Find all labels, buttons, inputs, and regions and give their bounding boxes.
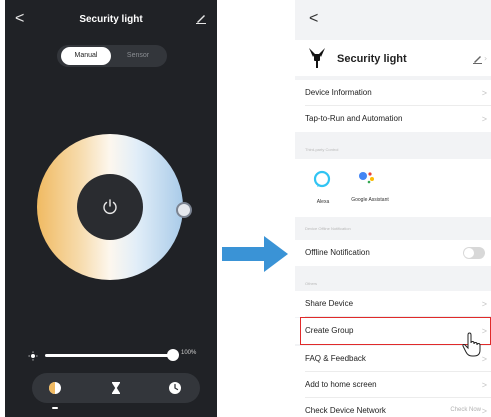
chevron-right-icon: > (481, 406, 487, 416)
alexa-icon[interactable] (313, 170, 331, 188)
clock-icon[interactable] (167, 380, 183, 396)
security-light-device-icon (309, 48, 325, 68)
row-label: Device Information (305, 88, 372, 97)
pencil-icon[interactable] (195, 12, 207, 24)
pencil-icon[interactable]: › (473, 52, 489, 64)
chevron-right-icon: > (481, 380, 487, 390)
manual-mode-tab[interactable]: Manual (61, 47, 111, 65)
screen-title: Security light (79, 14, 143, 25)
offline-notification-toggle[interactable] (463, 247, 485, 259)
row-share-device[interactable]: Share Device > (295, 291, 491, 317)
device-name: Security light (337, 53, 407, 65)
pointer-hand-icon (462, 332, 481, 357)
row-offline-notification: Offline Notification (295, 240, 491, 266)
chevron-right-icon: > (481, 299, 487, 309)
brightness-slider-thumb[interactable] (167, 349, 179, 361)
row-add-to-home-screen[interactable]: Add to home screen > (295, 372, 491, 398)
row-label: Share Device (305, 299, 354, 308)
light-control-screen: < Security light Manual Sensor 100% (5, 0, 217, 417)
chevron-right-icon: > (481, 114, 487, 124)
row-device-information[interactable]: Device Information > (295, 80, 491, 106)
row-label: Offline Notification (305, 248, 370, 257)
bottom-toolbar (32, 373, 200, 403)
row-tap-to-run[interactable]: Tap-to-Run and Automation > (295, 106, 491, 132)
brightness-value: 100% (181, 350, 197, 356)
device-settings-screen: < Security light › Device Information > … (295, 0, 491, 417)
svg-text:›: › (484, 54, 487, 63)
chevron-right-icon: > (481, 88, 487, 98)
color-circle-icon[interactable] (47, 380, 63, 396)
row-label: FAQ & Feedback (305, 354, 366, 363)
top-bar: < Security light (5, 0, 217, 38)
third-party-control-panel: Alexa Google Assistant (295, 159, 491, 217)
check-now-link[interactable]: Check Now (450, 407, 481, 413)
sun-icon (28, 351, 38, 361)
back-button[interactable]: < (309, 10, 318, 28)
device-header: Security light › (295, 40, 491, 76)
mode-selector: Manual Sensor (57, 45, 167, 67)
hourglass-icon[interactable] (108, 380, 124, 396)
alexa-label: Alexa (316, 199, 330, 205)
google-assistant-label: Google Assistant (351, 197, 389, 203)
arrow-right-icon (222, 236, 288, 272)
toggle-knob (464, 248, 474, 258)
power-icon (103, 199, 117, 214)
section-third-party: Third-party Control (305, 147, 339, 152)
section-others: Others (305, 281, 318, 286)
row-label: Add to home screen (305, 380, 377, 389)
row-label: Check Device Network (305, 406, 386, 415)
google-assistant-icon[interactable] (357, 169, 379, 187)
brightness-slider[interactable] (45, 349, 179, 361)
row-label: Tap-to-Run and Automation (305, 114, 403, 123)
sensor-mode-tab[interactable]: Sensor (113, 47, 163, 65)
wheel-handle[interactable] (176, 202, 192, 218)
row-check-device-network[interactable]: Check Device Network Check Now > (295, 398, 491, 417)
section-offline-notification: Device Offline Notification (305, 226, 351, 231)
active-tab-indicator (52, 407, 58, 409)
color-temperature-wheel[interactable] (37, 134, 183, 280)
power-hub[interactable] (77, 174, 143, 240)
